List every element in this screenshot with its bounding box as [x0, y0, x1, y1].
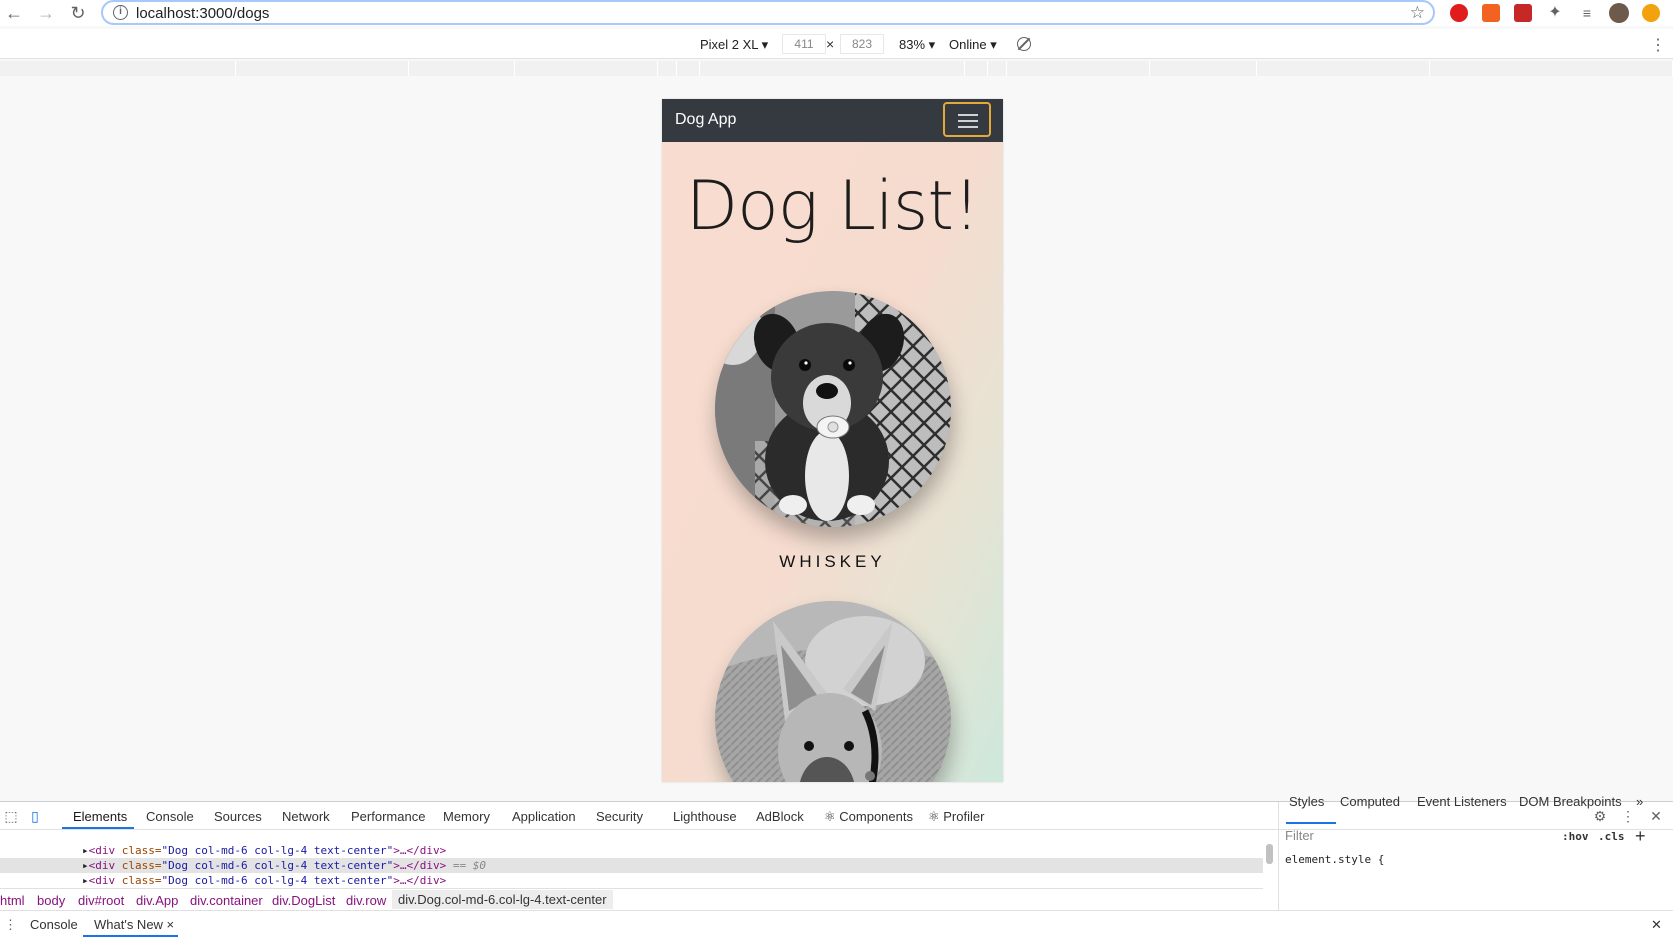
new-style-rule-icon[interactable]: +	[1635, 826, 1646, 847]
hov-toggle[interactable]: :hov	[1562, 830, 1589, 843]
device-toggle-icon[interactable]: ▯	[26, 807, 44, 825]
dom-scrollbar[interactable]	[1266, 844, 1273, 864]
tab-sources[interactable]: Sources	[214, 809, 262, 824]
app-navbar: Dog App	[662, 99, 1003, 142]
dimension-separator: ×	[826, 36, 835, 52]
tab-console[interactable]: Console	[146, 809, 194, 824]
tab-lighthouse[interactable]: Lighthouse	[673, 809, 737, 824]
tab-performance[interactable]: Performance	[351, 809, 425, 824]
page-title: Dog List!	[685, 167, 981, 246]
devtools-drawer: ⋮ Console What's New × ✕	[0, 910, 1673, 937]
breadcrumb-item-current[interactable]: div.Dog.col-md-6.col-lg-4.text-center	[392, 890, 613, 909]
dom-node[interactable]: ▸<div class="Dog col-md-6 col-lg-4 text-…	[0, 873, 1263, 888]
url-text: localhost:3000/dogs	[136, 5, 270, 22]
site-info-icon[interactable]: i	[113, 5, 128, 20]
breadcrumb-item[interactable]: div.DogList	[272, 893, 335, 908]
navbar-brand[interactable]: Dog App	[675, 111, 736, 129]
browser-toolbar: ← → ↻ i localhost:3000/dogs ☆ ✦ ≡	[0, 0, 1673, 26]
tab-event-listeners[interactable]: Event Listeners	[1417, 794, 1507, 809]
extension-icon[interactable]	[1514, 4, 1532, 22]
rotate-icon[interactable]	[1017, 37, 1031, 51]
drawer-menu-icon[interactable]: ⋮	[4, 917, 17, 933]
puzzle-icon[interactable]: ✦	[1546, 4, 1564, 22]
breadcrumb: html body div#root div.App div.container…	[0, 888, 1263, 910]
dog-photo[interactable]	[715, 601, 951, 782]
address-bar[interactable]: i localhost:3000/dogs ☆	[101, 0, 1435, 25]
drawer-tab-console[interactable]: Console	[30, 917, 78, 932]
device-viewport: Dog App Dog List! WHISKEY	[662, 99, 1003, 782]
extension-off-icon[interactable]	[1482, 4, 1500, 22]
breadcrumb-item[interactable]: div.container	[190, 893, 263, 908]
tab-profiler[interactable]: ⚛ Profiler	[928, 809, 984, 825]
devtools-panel: ⬚ ▯ Elements Console Sources Network Per…	[0, 794, 1673, 937]
navbar-toggler-button[interactable]	[943, 102, 991, 137]
network-select[interactable]: Online ▾	[949, 37, 997, 53]
tab-components[interactable]: ⚛ Components	[824, 809, 913, 825]
breadcrumb-item[interactable]: body	[37, 893, 65, 908]
tab-elements[interactable]: Elements	[73, 809, 127, 824]
device-toolbar: Pixel 2 XL ▾ 411 × 823 83% ▾ Online ▾ ⋮	[0, 29, 1673, 59]
dog-name: WHISKEY	[779, 552, 886, 571]
reload-icon[interactable]: ↻	[68, 3, 88, 23]
close-drawer-icon[interactable]: ✕	[1651, 917, 1662, 933]
styles-filter-input[interactable]: Filter	[1285, 828, 1555, 848]
dog-photo[interactable]	[715, 291, 951, 527]
opera-extension-icon[interactable]	[1450, 4, 1468, 22]
more-tabs-icon[interactable]: »	[1636, 794, 1643, 809]
avatar[interactable]	[1609, 3, 1629, 23]
drawer-tab-whats-new[interactable]: What's New ×	[94, 917, 174, 932]
dom-node[interactable]: ▸<div class="Dog col-md-6 col-lg-4 text-…	[0, 843, 1263, 858]
tab-adblock[interactable]: AdBlock	[756, 809, 804, 824]
forward-icon[interactable]: →	[36, 3, 56, 23]
styles-pane: Styles Computed Event Listeners DOM Brea…	[1278, 794, 1673, 910]
cls-toggle[interactable]: .cls	[1598, 830, 1625, 843]
media-query-ruler[interactable]	[0, 61, 1673, 76]
back-icon[interactable]: ←	[4, 3, 24, 23]
breadcrumb-item[interactable]: div#root	[78, 893, 124, 908]
tab-computed[interactable]: Computed	[1340, 794, 1400, 809]
tab-dom-breakpoints[interactable]: DOM Breakpoints	[1519, 794, 1622, 809]
update-icon[interactable]	[1642, 4, 1660, 22]
more-options-icon[interactable]: ⋮	[1650, 35, 1666, 55]
breadcrumb-item[interactable]: div.App	[136, 893, 178, 908]
element-style-rule: element.style {	[1285, 853, 1385, 866]
tab-security[interactable]: Security	[596, 809, 643, 824]
height-input[interactable]: 823	[840, 34, 884, 54]
width-input[interactable]: 411	[782, 34, 826, 54]
tab-memory[interactable]: Memory	[443, 809, 490, 824]
zoom-select[interactable]: 83% ▾	[899, 37, 935, 53]
active-styles-tab-indicator	[1286, 822, 1336, 824]
bookmark-star-icon[interactable]: ☆	[1410, 3, 1425, 23]
breadcrumb-item[interactable]: html	[0, 893, 25, 908]
breadcrumb-item[interactable]: div.row	[346, 893, 386, 908]
tab-network[interactable]: Network	[282, 809, 330, 824]
device-select[interactable]: Pixel 2 XL ▾	[700, 37, 768, 53]
dom-tree: ▸<div class="Dog col-md-6 col-lg-4 text-…	[0, 831, 1263, 888]
dom-node-selected[interactable]: ▸<div class="Dog col-md-6 col-lg-4 text-…	[0, 858, 1263, 873]
reading-list-icon[interactable]: ≡	[1578, 4, 1596, 22]
inspect-element-icon[interactable]: ⬚	[2, 807, 20, 825]
active-tab-indicator	[62, 827, 134, 829]
tab-application[interactable]: Application	[512, 809, 576, 824]
